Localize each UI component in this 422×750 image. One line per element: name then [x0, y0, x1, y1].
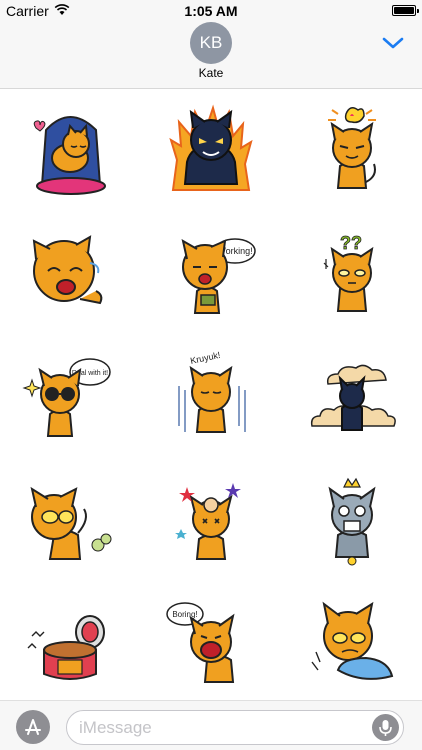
dizzy-cat-sticker[interactable] [161, 469, 261, 569]
sticker-caption: Kruyuk! [189, 350, 221, 366]
zombie-cat-sticker[interactable] [302, 469, 402, 569]
status-bar: Carrier 1:05 AM [0, 0, 422, 22]
conversation-header: KB Kate [0, 22, 422, 89]
black-cat-clouds-sticker[interactable] [302, 346, 402, 446]
idea-cat-sticker[interactable] [302, 100, 402, 200]
contact-avatar[interactable]: KB [190, 22, 232, 64]
canned-cat-sticker[interactable] [20, 592, 120, 692]
contact-name[interactable]: Kate [0, 66, 422, 80]
app-store-icon [25, 719, 41, 735]
bored-cat-sticker[interactable]: Boring! [161, 592, 261, 692]
app-store-button[interactable] [16, 710, 50, 744]
chevron-down-icon[interactable] [382, 36, 404, 50]
battery-icon [392, 5, 419, 16]
sticker-caption: Boring! [172, 610, 197, 619]
cool-cat-sticker[interactable]: Deal with it! [20, 346, 120, 446]
message-input[interactable] [79, 717, 369, 739]
svg-text:??: ?? [340, 233, 362, 253]
shivering-cat-sticker[interactable]: Kruyuk! [161, 346, 261, 446]
sleeping-cat-sticker[interactable] [20, 100, 120, 200]
blanket-cat-sticker[interactable] [302, 592, 402, 692]
angry-black-cat-fire-sticker[interactable] [161, 100, 261, 200]
farting-cat-sticker[interactable] [20, 469, 120, 569]
microphone-icon [379, 720, 392, 736]
crying-cat-sticker[interactable] [20, 223, 120, 323]
status-time: 1:05 AM [184, 3, 238, 19]
message-field[interactable] [66, 710, 404, 745]
working-cat-sticker[interactable]: Working! [161, 223, 261, 323]
microphone-button[interactable] [372, 714, 399, 741]
confused-cat-sticker[interactable]: ?? [302, 223, 402, 323]
sticker-grid: Working! ?? Deal with it! Kruyuk! Boring… [0, 90, 422, 700]
message-input-bar [0, 700, 422, 750]
